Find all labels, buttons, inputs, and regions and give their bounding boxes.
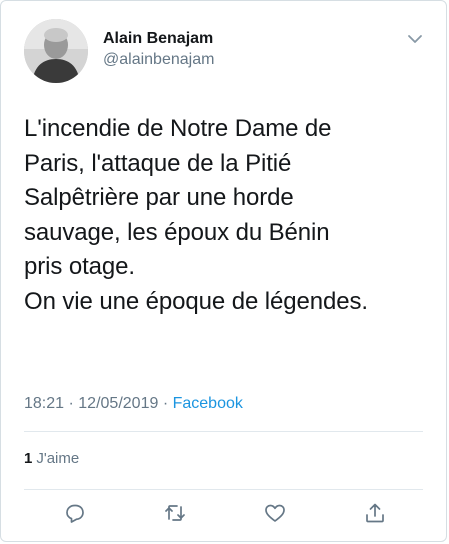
likes-summary[interactable]: 1 J'aime <box>24 448 79 470</box>
tweet-text: L'incendie de Notre Dame de Paris, l'att… <box>24 115 368 315</box>
author-display-name[interactable]: Alain Benajam <box>103 28 214 50</box>
divider <box>24 431 423 432</box>
author-names: Alain Benajam @alainbenajam <box>103 28 214 70</box>
like-button[interactable] <box>259 497 291 529</box>
tweet-date[interactable]: 12/05/2019 <box>78 395 158 412</box>
retweet-icon <box>165 505 185 521</box>
share-icon <box>366 503 384 523</box>
likes-label: J'aime <box>36 450 80 467</box>
tweet-time[interactable]: 18:21 <box>24 395 64 412</box>
divider <box>24 489 423 490</box>
avatar-image <box>24 19 88 83</box>
heart-icon <box>265 504 285 522</box>
chevron-down-icon[interactable] <box>404 28 426 50</box>
meta-separator: · <box>68 395 74 412</box>
meta-separator: · <box>162 395 169 412</box>
tweet-meta: 18:21 · 12/05/2019 · Facebook <box>24 393 243 415</box>
share-button[interactable] <box>359 497 391 529</box>
author-handle[interactable]: @alainbenajam <box>103 50 214 70</box>
likes-count: 1 <box>24 450 33 467</box>
reply-icon <box>66 504 84 523</box>
tweet-actions <box>59 497 395 529</box>
tweet-header: Alain Benajam @alainbenajam <box>24 19 428 83</box>
avatar[interactable] <box>24 19 88 83</box>
tweet-source-link[interactable]: Facebook <box>173 395 243 412</box>
retweet-button[interactable] <box>159 497 191 529</box>
tweet-card: Alain Benajam @alainbenajam L'incendie d… <box>0 0 447 542</box>
reply-button[interactable] <box>59 497 91 529</box>
